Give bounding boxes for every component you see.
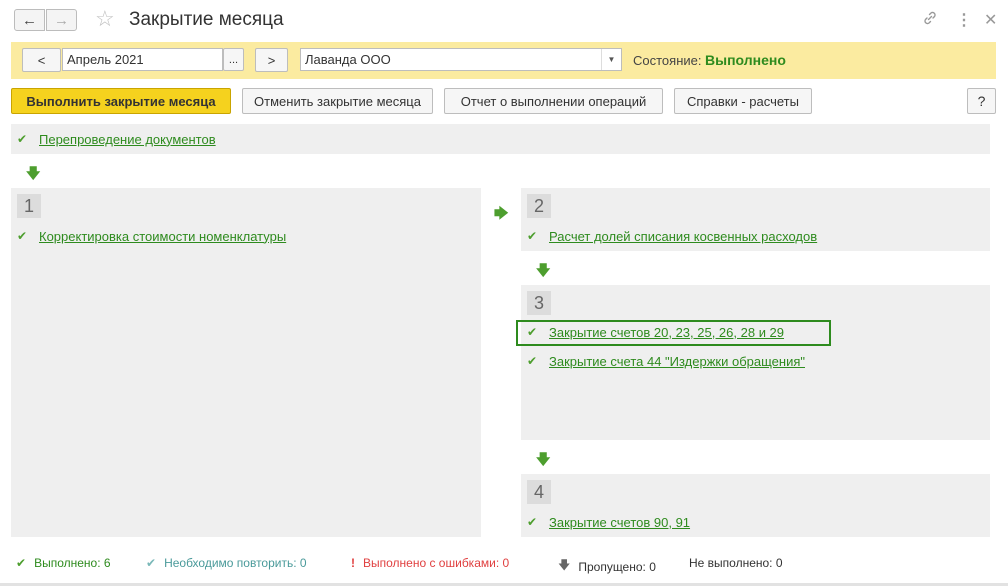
status-legend: ✔ Выполнено: 6 ✔ Необходимо повторить: 0… xyxy=(0,556,1008,574)
cost-adjustment-link[interactable]: Корректировка стоимости номенклатуры xyxy=(39,229,286,244)
status-value: Выполнено xyxy=(705,52,786,68)
legend-not-done-label: Не выполнено: xyxy=(689,556,773,570)
arrow-right-icon: → xyxy=(54,11,69,29)
check-icon: ✔ xyxy=(17,229,28,243)
legend-repeat-label: Необходимо повторить: xyxy=(164,556,297,570)
stage-4-panel: 4 ✔ Закрытие счетов 90, 91 xyxy=(521,474,990,537)
close-accounts-90-91-link[interactable]: Закрытие счетов 90, 91 xyxy=(549,515,690,530)
legend-done-count: 6 xyxy=(103,556,111,570)
legend-skipped: 🡇 Пропущено: 0 xyxy=(558,556,656,577)
cancel-month-close-button[interactable]: Отменить закрытие месяца xyxy=(242,88,433,114)
stage-number: 4 xyxy=(527,480,551,504)
legend-skipped-label: Пропущено: xyxy=(578,559,646,574)
list-item: ✔ Корректировка стоимости номенклатуры xyxy=(11,227,286,245)
check-icon: ✔ xyxy=(17,132,28,146)
stage-1-panel: 1 ✔ Корректировка стоимости номенклатуры xyxy=(11,188,481,537)
list-item: ✔ Перепроведение документов xyxy=(11,130,216,148)
list-item: ✔ Расчет долей списания косвенных расход… xyxy=(521,227,817,245)
legend-not-done: Не выполнено: 0 xyxy=(689,556,783,570)
back-button[interactable]: ← xyxy=(14,9,45,31)
legend-skipped-count: 0 xyxy=(649,559,656,574)
check-icon: ✔ xyxy=(146,556,157,570)
forward-button[interactable]: → xyxy=(46,9,77,31)
legend-repeat: ✔ Необходимо повторить: 0 xyxy=(146,556,307,570)
period-field[interactable] xyxy=(62,48,223,71)
legend-done-label: Выполнено: xyxy=(34,556,101,570)
prev-period-button[interactable]: < xyxy=(22,48,61,72)
status-label: Состояние: xyxy=(633,53,702,68)
legend-errors: ! Выполнено с ошибками: 0 xyxy=(351,556,509,570)
arrow-down-icon: 🡇 xyxy=(536,451,551,467)
help-button[interactable]: ? xyxy=(967,88,996,114)
selection-frame xyxy=(516,320,831,346)
period-input[interactable] xyxy=(63,49,222,70)
more-vertical-icon[interactable]: ⋮ xyxy=(956,10,972,30)
arrow-right-icon: 🡆 xyxy=(494,205,509,221)
close-icon[interactable]: ✕ xyxy=(984,10,997,30)
link-icon[interactable] xyxy=(922,10,938,30)
period-bar: < ... > ▼ Состояние: Выполнено xyxy=(11,42,996,79)
star-icon[interactable]: ☆ xyxy=(95,8,115,30)
list-item: ✔ Закрытие счета 44 "Издержки обращения" xyxy=(521,352,805,370)
run-month-close-button[interactable]: Выполнить закрытие месяца xyxy=(11,88,231,114)
list-item: ✔ Закрытие счетов 90, 91 xyxy=(521,513,690,531)
check-icon: ✔ xyxy=(16,556,27,570)
arrow-down-icon: 🡇 xyxy=(26,165,41,181)
legend-done: ✔ Выполнено: 6 xyxy=(16,556,111,570)
stage-number: 3 xyxy=(527,291,551,315)
period-select-button[interactable]: ... xyxy=(223,48,244,71)
chevron-down-icon[interactable]: ▼ xyxy=(601,49,621,70)
arrow-down-icon: 🡇 xyxy=(536,262,551,278)
exclamation-icon: ! xyxy=(351,556,355,570)
repost-panel: ✔ Перепроведение документов xyxy=(11,124,990,154)
check-icon: ✔ xyxy=(527,229,538,243)
organization-field[interactable]: ▼ xyxy=(300,48,622,71)
arrow-down-icon: 🡇 xyxy=(558,558,571,572)
repost-documents-link[interactable]: Перепроведение документов xyxy=(39,132,216,147)
help-calculations-button[interactable]: Справки - расчеты xyxy=(674,88,812,114)
operations-report-button[interactable]: Отчет о выполнении операций xyxy=(444,88,663,114)
stage-3-panel: 3 ✔ Закрытие счетов 20, 23, 25, 26, 28 и… xyxy=(521,285,990,440)
stage-number: 2 xyxy=(527,194,551,218)
close-account-44-link[interactable]: Закрытие счета 44 "Издержки обращения" xyxy=(549,354,805,369)
stage-number: 1 xyxy=(17,194,41,218)
legend-errors-label: Выполнено с ошибками: xyxy=(363,556,500,570)
check-icon: ✔ xyxy=(527,515,538,529)
check-icon: ✔ xyxy=(527,354,538,368)
arrow-left-icon: ← xyxy=(22,11,37,29)
stage-2-panel: 2 ✔ Расчет долей списания косвенных расх… xyxy=(521,188,990,251)
next-period-button[interactable]: > xyxy=(255,48,288,72)
legend-errors-count: 0 xyxy=(502,556,510,570)
title-bar: ← → ☆ Закрытие месяца ⋮ ✕ xyxy=(0,0,1008,40)
organization-input[interactable] xyxy=(301,49,621,70)
legend-repeat-count: 0 xyxy=(299,556,307,570)
indirect-cost-shares-link[interactable]: Расчет долей списания косвенных расходов xyxy=(549,229,817,244)
legend-not-done-count: 0 xyxy=(775,556,783,570)
page-title: Закрытие месяца xyxy=(129,9,284,30)
